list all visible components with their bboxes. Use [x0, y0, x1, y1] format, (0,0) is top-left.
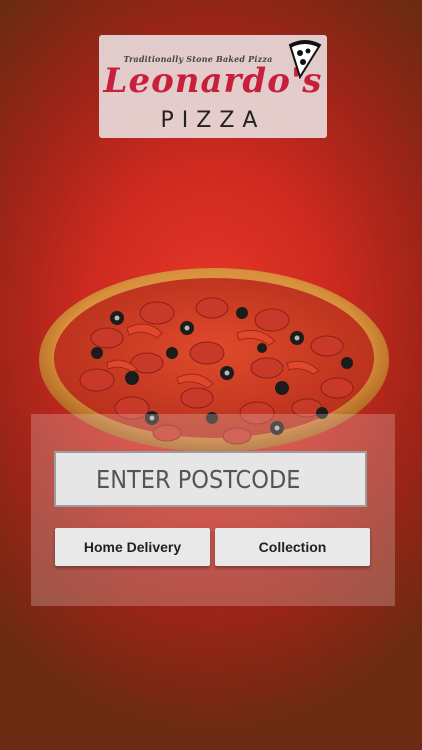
search-panel: Home Delivery Collection [31, 414, 395, 606]
logo-word: PIZZA [160, 108, 266, 133]
pizza-slice-icon [288, 40, 322, 79]
postcode-input[interactable] [54, 451, 367, 507]
collection-button[interactable]: Collection [215, 528, 370, 566]
logo: Traditionally Stone Baked Pizza Leonardo… [99, 35, 327, 138]
home-delivery-button[interactable]: Home Delivery [55, 528, 210, 566]
